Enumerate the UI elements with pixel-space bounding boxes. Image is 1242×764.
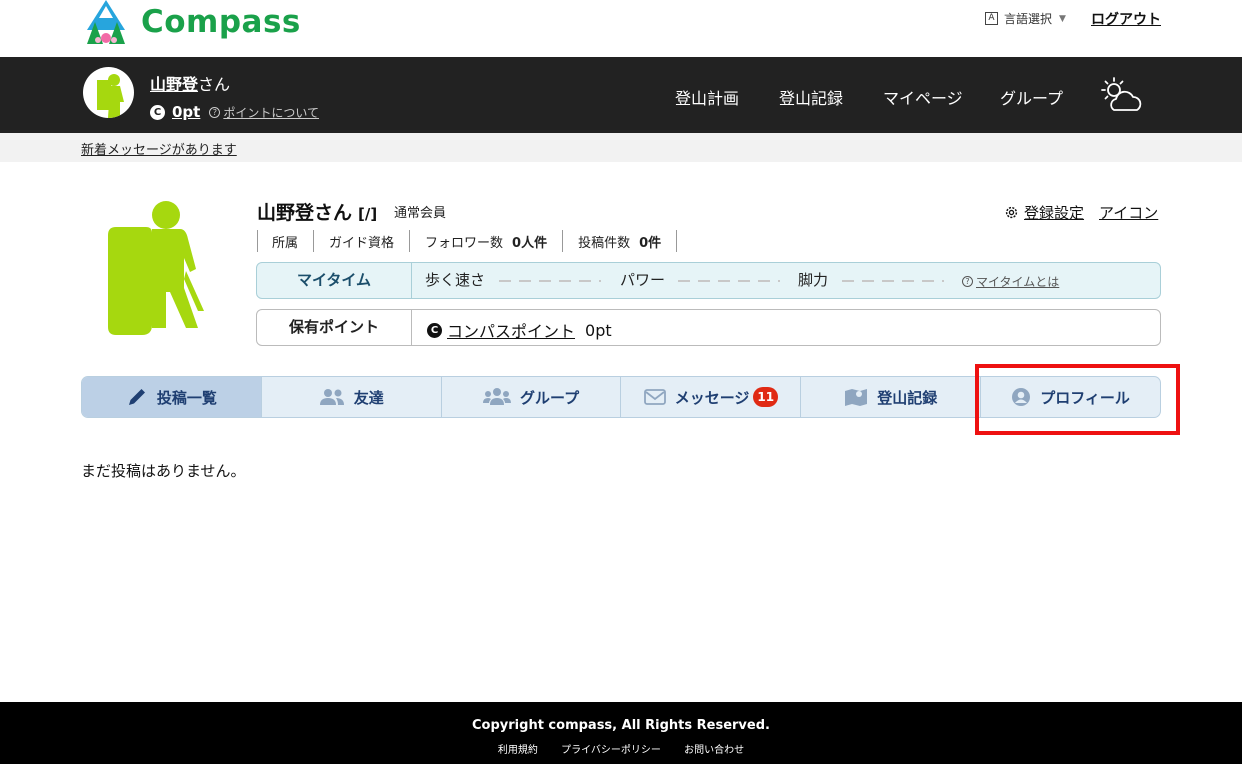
icon-settings-link[interactable]: アイコン: [1099, 202, 1158, 223]
stat-affiliation-label: 所属: [272, 235, 299, 251]
footer-link-contact[interactable]: お問い合わせ: [684, 745, 744, 756]
mytime-box: マイタイム 歩く速さ パワー 脚力 ? マイタイムとは: [256, 262, 1161, 299]
stat-followers: フォロワー数 0人件: [409, 230, 562, 252]
footer: Copyright compass, All Rights Reserved. …: [0, 702, 1242, 764]
stat-affiliation: 所属: [257, 230, 313, 252]
username-link[interactable]: 山野登: [150, 75, 198, 94]
stat-guide: ガイド資格: [313, 230, 409, 252]
empty-posts-message: まだ投稿はありません。: [81, 462, 246, 480]
nav-item-group[interactable]: グループ: [1000, 85, 1063, 109]
points-help-label: ポイントについて: [223, 105, 320, 120]
walk-speed-dashes: [499, 280, 601, 282]
compass-coin-icon: C: [427, 322, 442, 338]
language-select[interactable]: A 言語選択 ▼: [985, 10, 1066, 27]
tab-friends[interactable]: 友達: [260, 377, 441, 417]
pencil-icon: [128, 389, 145, 405]
translate-icon: A: [985, 12, 998, 25]
footer-link-terms[interactable]: 利用規約: [498, 745, 538, 756]
logout-link[interactable]: ログアウト: [1091, 9, 1161, 29]
hiker-silhouette-icon: [108, 201, 204, 335]
new-message-notice-link[interactable]: 新着メッセージがあります: [81, 139, 237, 158]
group-icon: [483, 388, 512, 405]
compass-points-link[interactable]: コンパスポイント: [447, 318, 575, 342]
nav-username: 山野登さん: [150, 71, 230, 95]
nav-points: C 0pt ? ポイントについて: [150, 103, 319, 121]
honorific: さん: [198, 75, 231, 94]
settings-label: 登録設定: [1024, 204, 1085, 222]
footer-links: 利用規約 プライバシーポリシー お問い合わせ: [0, 741, 1242, 756]
weather-icon[interactable]: [1100, 77, 1142, 113]
tab-messages-label: メッセージ: [674, 388, 750, 407]
tab-groups-label: グループ: [520, 388, 580, 407]
tab-groups[interactable]: グループ: [440, 377, 621, 417]
points-link[interactable]: 0pt: [172, 103, 200, 121]
mytime-label: マイタイム: [257, 263, 412, 298]
mytime-help-label: マイタイムとは: [976, 275, 1060, 289]
main-navbar: 山野登さん C 0pt ? ポイントについて 登山計画 登山記録 マイページ グ…: [0, 57, 1242, 133]
language-select-label: 言語選択: [1004, 12, 1053, 26]
message-count-badge: 11: [753, 387, 779, 407]
leg-dashes: [842, 280, 944, 282]
gear-icon: [1005, 206, 1018, 219]
envelope-icon: [643, 389, 666, 405]
stat-followers-label: フォロワー数: [425, 235, 504, 251]
stat-followers-value: 0人件: [512, 235, 548, 251]
mountain-logo-icon: [87, 0, 125, 44]
tab-messages[interactable]: メッセージ 11: [620, 377, 800, 417]
tab-climbing-records[interactable]: 登山記録: [800, 377, 980, 417]
mytime-walk-speed: 歩く速さ: [425, 271, 486, 289]
top-bar: Compass A 言語選択 ▼ ログアウト: [0, 0, 1242, 57]
map-icon: [845, 389, 868, 406]
nav-item-record[interactable]: 登山記録: [779, 85, 843, 109]
nav-item-mypage[interactable]: マイページ: [883, 85, 963, 109]
profile-name-text: 山野登さん: [257, 202, 353, 224]
question-icon: ?: [962, 276, 973, 287]
tab-climbing-records-label: 登山記録: [877, 388, 938, 407]
stat-posts: 投稿件数 0件: [562, 230, 678, 252]
tab-posts-label: 投稿一覧: [156, 388, 217, 407]
footer-link-privacy[interactable]: プライバシーポリシー: [561, 745, 661, 756]
points-box-label: 保有ポイント: [257, 310, 412, 345]
profile-name: 山野登さん [/]: [257, 198, 377, 225]
power-dashes: [678, 280, 780, 282]
notice-bar: 新着メッセージがあります: [0, 133, 1242, 162]
stat-posts-label: 投稿件数: [578, 235, 631, 251]
brand-name: Compass: [141, 4, 301, 40]
question-icon: ?: [209, 106, 221, 118]
highlight-box: [975, 364, 1180, 435]
logo[interactable]: Compass: [81, 0, 301, 44]
users-icon: [319, 389, 344, 405]
points-box-value: C コンパスポイント 0pt: [427, 318, 612, 342]
points-amount: 0pt: [585, 320, 612, 340]
tab-posts[interactable]: 投稿一覧: [82, 377, 261, 417]
member-type: 通常会員: [394, 206, 447, 221]
compass-coin-icon: C: [150, 104, 165, 120]
mytime-help-link[interactable]: ? マイタイムとは: [962, 273, 1059, 290]
points-help-link[interactable]: ? ポイントについて: [209, 104, 319, 121]
profile-slash: [/]: [358, 205, 378, 223]
profile-stats: 所属 ガイド資格 フォロワー数 0人件 投稿件数 0件: [257, 230, 678, 252]
mytime-leg: 脚力: [798, 271, 829, 289]
points-box: 保有ポイント C コンパスポイント 0pt: [256, 309, 1161, 346]
avatar[interactable]: [83, 67, 134, 118]
nav-item-plan[interactable]: 登山計画: [675, 85, 739, 109]
copyright: Copyright compass, All Rights Reserved.: [472, 718, 770, 733]
stat-guide-label: ガイド資格: [329, 235, 395, 251]
settings-link[interactable]: 登録設定: [1004, 202, 1084, 223]
mytime-power: パワー: [620, 271, 666, 289]
stat-posts-value: 0件: [639, 235, 662, 251]
caret-down-icon: ▼: [1059, 13, 1066, 24]
hiker-avatar-icon: [97, 74, 124, 118]
tab-friends-label: 友達: [353, 388, 384, 407]
